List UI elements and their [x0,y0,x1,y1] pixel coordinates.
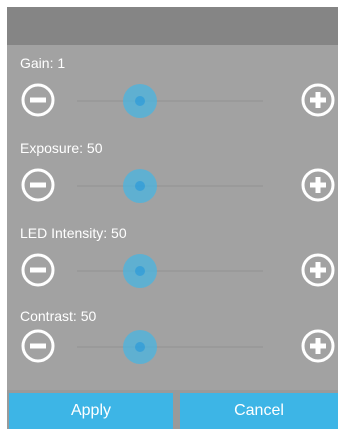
contrast-label: Contrast: 50 [20,308,97,324]
plus-circle-icon [301,329,335,363]
minus-circle-icon [21,83,55,117]
led-intensity-label: LED Intensity: 50 [20,225,127,241]
gain-increase-button[interactable] [300,82,336,118]
exposure-slider-thumb[interactable] [123,169,158,203]
led-intensity-slider-track[interactable] [77,270,263,272]
led-intensity-increase-button[interactable] [300,252,336,288]
gain-label: Gain: 1 [20,55,66,71]
led-intensity-slider-thumb[interactable] [123,254,158,288]
dialog-footer: Apply Cancel [7,390,338,429]
gain-slider-track[interactable] [77,100,263,102]
exposure-slider-track[interactable] [77,185,263,187]
contrast-decrease-button[interactable] [20,328,56,364]
gain-slider-thumb[interactable] [123,84,158,118]
dialog-header [7,7,338,45]
plus-circle-icon [301,83,335,117]
contrast-increase-button[interactable] [300,328,336,364]
minus-circle-icon [21,168,55,202]
minus-circle-icon [21,329,55,363]
apply-button[interactable]: Apply [9,393,173,429]
exposure-label: Exposure: 50 [20,140,103,156]
settings-dialog: Gain: 1 Exposure: 50 LED Intensity: 50 C… [7,7,338,429]
exposure-decrease-button[interactable] [20,167,56,203]
exposure-increase-button[interactable] [300,167,336,203]
led-intensity-decrease-button[interactable] [20,252,56,288]
plus-circle-icon [301,168,335,202]
contrast-slider-thumb[interactable] [123,330,158,364]
cancel-button[interactable]: Cancel [180,393,338,429]
contrast-slider-track[interactable] [77,346,263,348]
gain-decrease-button[interactable] [20,82,56,118]
plus-circle-icon [301,253,335,287]
minus-circle-icon [21,253,55,287]
